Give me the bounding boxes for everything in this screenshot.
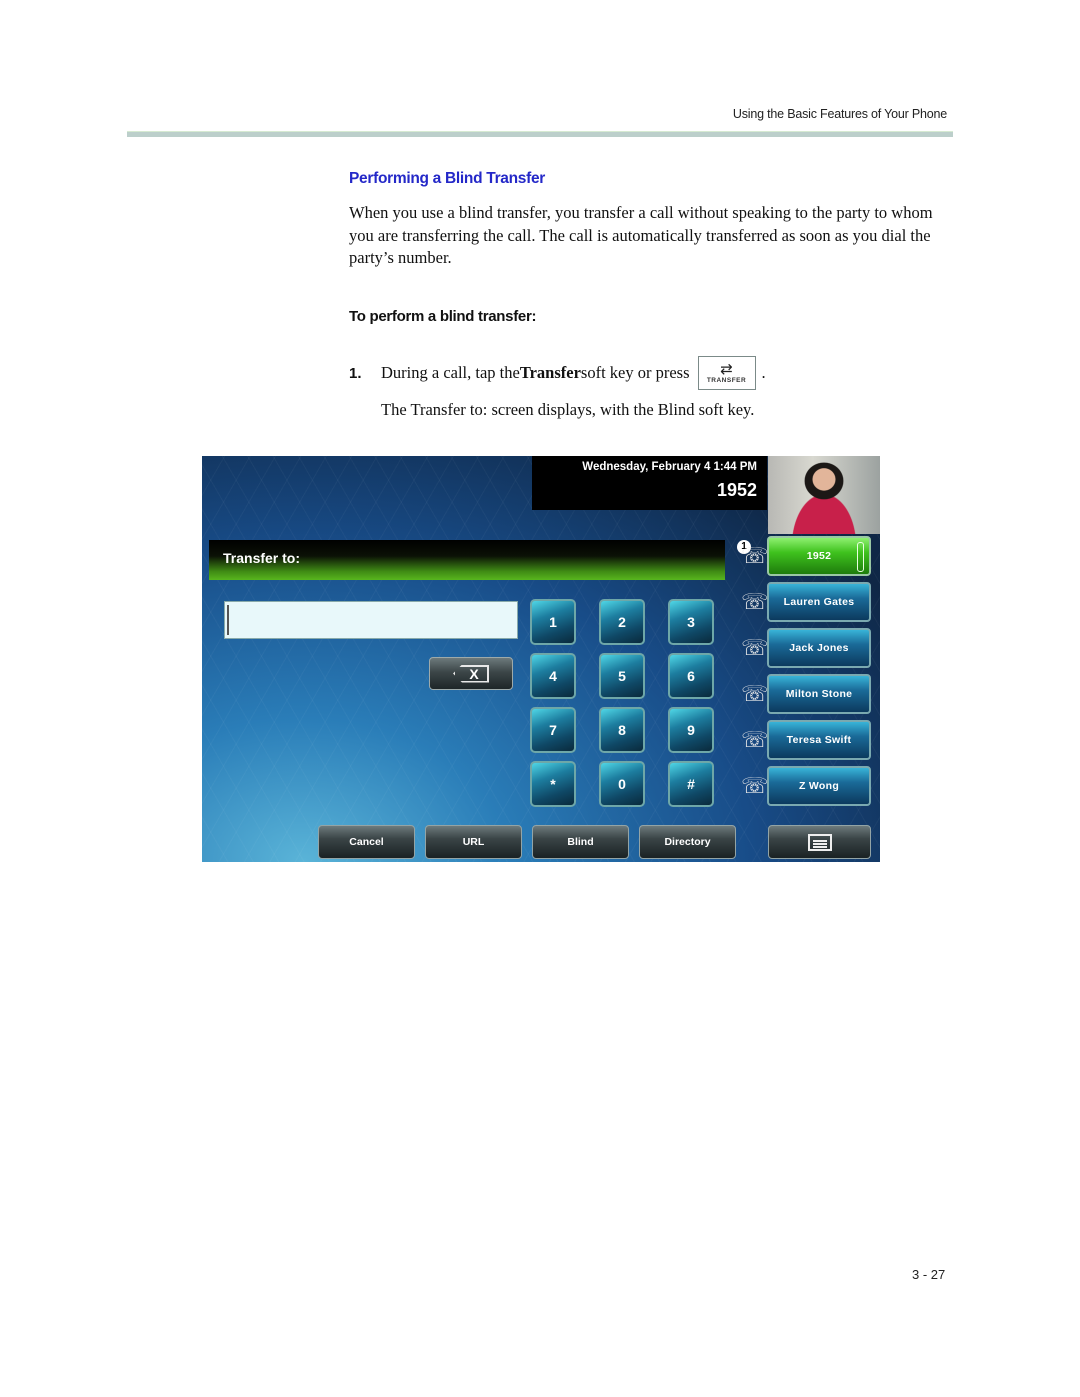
url-softkey[interactable]: URL	[425, 825, 522, 859]
step-text-after: soft key or press	[580, 363, 690, 382]
step-result: The Transfer to: screen displays, with t…	[381, 400, 755, 419]
dialpad-key[interactable]: 8	[599, 707, 645, 753]
line-key-row: ☏ Z Wong	[737, 766, 880, 806]
cancel-softkey[interactable]: Cancel	[318, 825, 415, 859]
step-1: 1. During a call, tap the Transfer soft …	[349, 356, 766, 390]
procedure-heading: To perform a blind transfer:	[349, 308, 537, 325]
dialpad-key[interactable]: 3	[668, 599, 714, 645]
blind-softkey[interactable]: Blind	[532, 825, 629, 859]
line-key[interactable]: Z Wong	[767, 766, 871, 806]
transfer-hardkey-image: ⇄ TRANSFER	[697, 356, 756, 390]
dialpad-key[interactable]: 4	[530, 653, 576, 699]
dialpad-key[interactable]: 1	[530, 599, 576, 645]
step-bold-term: Transfer	[519, 363, 581, 382]
dial-number-input[interactable]	[224, 601, 518, 639]
line-key[interactable]: Lauren Gates	[767, 582, 871, 622]
dialpad: 1 2 3 4 5 6 7 8 9 * 0 #	[530, 599, 714, 807]
line-key-row: ☏ Lauren Gates	[737, 582, 880, 622]
line-number: 1952	[716, 480, 757, 500]
dialpad-key[interactable]: 7	[530, 707, 576, 753]
dialpad-key[interactable]: #	[668, 761, 714, 807]
status-bar: Wednesday, February 4 1:44 PM 1952	[532, 456, 767, 510]
backspace-icon: X	[453, 664, 489, 683]
contact-photo	[768, 456, 880, 534]
line-key-row: ☏ Milton Stone	[737, 674, 880, 714]
step-end-punct: .	[761, 363, 766, 382]
dialpad-key[interactable]: *	[530, 761, 576, 807]
intro-paragraph: When you use a blind transfer, you trans…	[349, 203, 933, 267]
transfer-to-bar: Transfer to:	[209, 540, 725, 580]
backspace-button[interactable]: X	[429, 657, 513, 690]
dialpad-key[interactable]: 0	[599, 761, 645, 807]
line-key-active[interactable]: 1952	[767, 536, 871, 576]
hardkey-label: TRANSFER	[706, 376, 747, 384]
line-key[interactable]: Milton Stone	[767, 674, 871, 714]
header-rule	[127, 131, 953, 137]
dialpad-key[interactable]: 9	[668, 707, 714, 753]
menu-softkey[interactable]	[768, 825, 871, 859]
transfer-arrows-icon: ⇄	[720, 359, 733, 378]
step-number: 1.	[349, 364, 362, 382]
datetime: Wednesday, February 4 1:44 PM	[582, 461, 757, 473]
step-text-before: During a call, tap the	[381, 363, 520, 382]
softkey-bar: Cancel URL Blind Directory	[318, 825, 736, 859]
line-key-row: 1 ☏ 1952	[737, 536, 880, 576]
running-head: Using the Basic Features of Your Phone	[732, 107, 947, 121]
menu-icon	[807, 833, 832, 851]
line-key[interactable]: Teresa Swift	[767, 720, 871, 760]
section-title: Performing a Blind Transfer	[349, 170, 546, 187]
dialpad-key[interactable]: 2	[599, 599, 645, 645]
directory-softkey[interactable]: Directory	[639, 825, 736, 859]
page-number: 3 - 27	[912, 1267, 946, 1282]
line-key[interactable]: Jack Jones	[767, 628, 871, 668]
line-key-row: ☏ Teresa Swift	[737, 720, 880, 760]
dialpad-key[interactable]: 5	[599, 653, 645, 699]
dialpad-key[interactable]: 6	[668, 653, 714, 699]
transfer-to-label: Transfer to:	[223, 550, 301, 566]
phone-screen-screenshot: Wednesday, February 4 1:44 PM 1952 Trans…	[202, 456, 880, 862]
line-key-row: ☏ Jack Jones	[737, 628, 880, 668]
